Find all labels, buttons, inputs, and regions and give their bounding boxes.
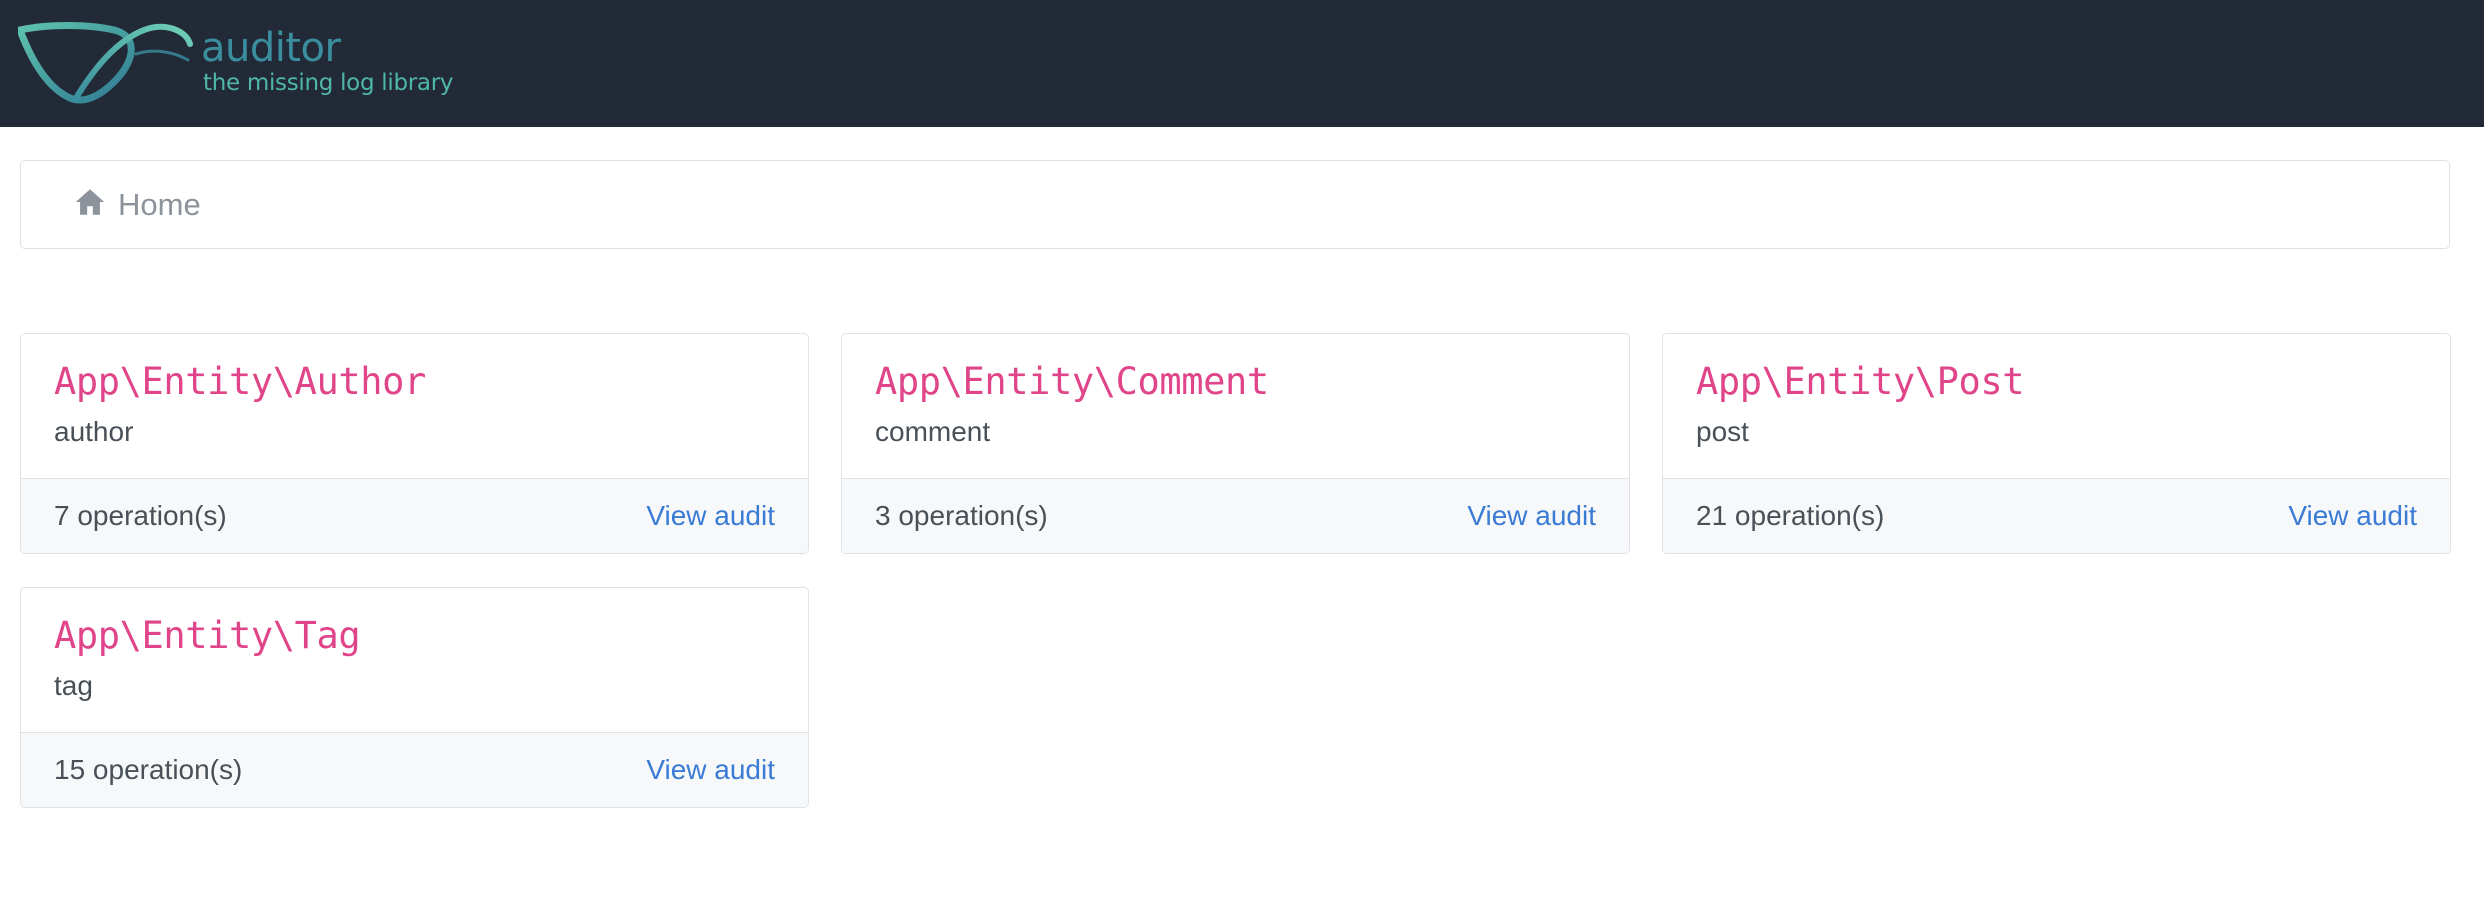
- entity-card-tag: App\Entity\Tag tag 15 operation(s) View …: [20, 587, 809, 808]
- card-footer: 21 operation(s) View audit: [1663, 479, 2450, 553]
- card-body: App\Entity\Tag tag: [21, 588, 808, 733]
- card-footer: 7 operation(s) View audit: [21, 479, 808, 553]
- view-audit-link[interactable]: View audit: [646, 498, 775, 534]
- breadcrumb-label: Home: [118, 187, 201, 222]
- view-audit-link[interactable]: View audit: [1467, 498, 1596, 534]
- breadcrumb: Home: [20, 160, 2450, 249]
- home-icon: [75, 189, 105, 215]
- card-body: App\Entity\Comment comment: [842, 334, 1629, 479]
- card-footer: 3 operation(s) View audit: [842, 479, 1629, 553]
- entity-class-name: App\Entity\Tag: [54, 614, 361, 657]
- brand-name: auditor: [201, 25, 341, 71]
- operation-count: 7 operation(s): [54, 500, 227, 531]
- breadcrumb-item-home[interactable]: Home: [73, 185, 201, 225]
- entity-class-name: App\Entity\Comment: [875, 360, 1269, 403]
- entity-table-name: tag: [54, 670, 93, 701]
- top-navbar: auditor the missing log library: [0, 0, 2484, 127]
- brand-tagline: the missing log library: [203, 70, 454, 96]
- entity-card-post: App\Entity\Post post 21 operation(s) Vie…: [1662, 333, 2451, 554]
- operation-count: 15 operation(s): [54, 754, 243, 785]
- entity-card-author: App\Entity\Author author 7 operation(s) …: [20, 333, 809, 554]
- operation-count: 21 operation(s): [1696, 500, 1885, 531]
- card-footer: 15 operation(s) View audit: [21, 733, 808, 807]
- entity-table-name: author: [54, 416, 134, 447]
- view-audit-link[interactable]: View audit: [2288, 498, 2417, 534]
- auditor-swoosh-logo-icon: [18, 22, 193, 104]
- entity-class-name: App\Entity\Author: [54, 360, 426, 403]
- entity-table-name: post: [1696, 416, 1749, 447]
- card-body: App\Entity\Post post: [1663, 334, 2450, 479]
- view-audit-link[interactable]: View audit: [646, 752, 775, 788]
- entity-card-comment: App\Entity\Comment comment 3 operation(s…: [841, 333, 1630, 554]
- operation-count: 3 operation(s): [875, 500, 1048, 531]
- entity-class-name: App\Entity\Post: [1696, 360, 2025, 403]
- card-body: App\Entity\Author author: [21, 334, 808, 479]
- entity-table-name: comment: [875, 416, 991, 447]
